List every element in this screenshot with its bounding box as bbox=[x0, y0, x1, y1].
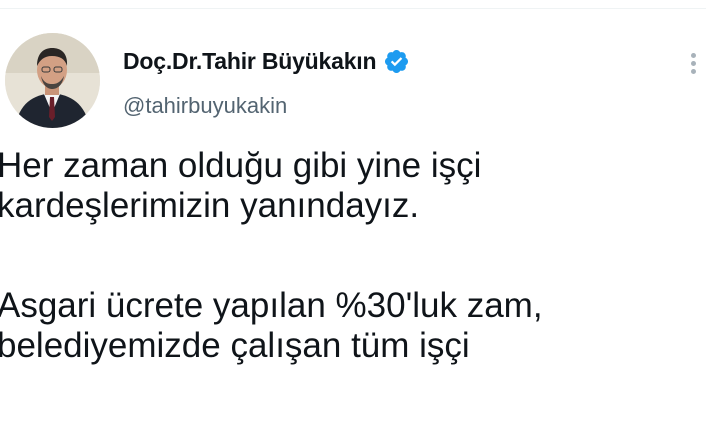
more-options-icon[interactable] bbox=[686, 50, 700, 80]
author-display-name[interactable]: Doç.Dr.Tahir Büyükakın bbox=[123, 48, 377, 75]
author-row: Doç.Dr.Tahir Büyükakın bbox=[123, 48, 410, 75]
verified-badge-icon bbox=[383, 48, 410, 75]
author-handle[interactable]: @tahirbuyukakin bbox=[123, 93, 287, 119]
divider bbox=[0, 8, 706, 9]
tweet-text-line: belediyemizde çalışan tüm işçi bbox=[0, 326, 470, 365]
profile-photo-icon bbox=[5, 33, 100, 128]
tweet-text-line: kardeşlerimizin yanındayız. bbox=[0, 186, 420, 225]
tweet-text: Her zaman olduğu gibi yine işçi kardeşle… bbox=[0, 146, 706, 366]
avatar[interactable] bbox=[5, 33, 100, 128]
tweet-text-line: Her zaman olduğu gibi yine işçi bbox=[0, 146, 482, 185]
tweet-text-line: Asgari ücrete yapılan %30'luk zam, bbox=[0, 286, 543, 325]
tweet-screenshot: Doç.Dr.Tahir Büyükakın @tahirbuyukakin H… bbox=[0, 0, 706, 431]
